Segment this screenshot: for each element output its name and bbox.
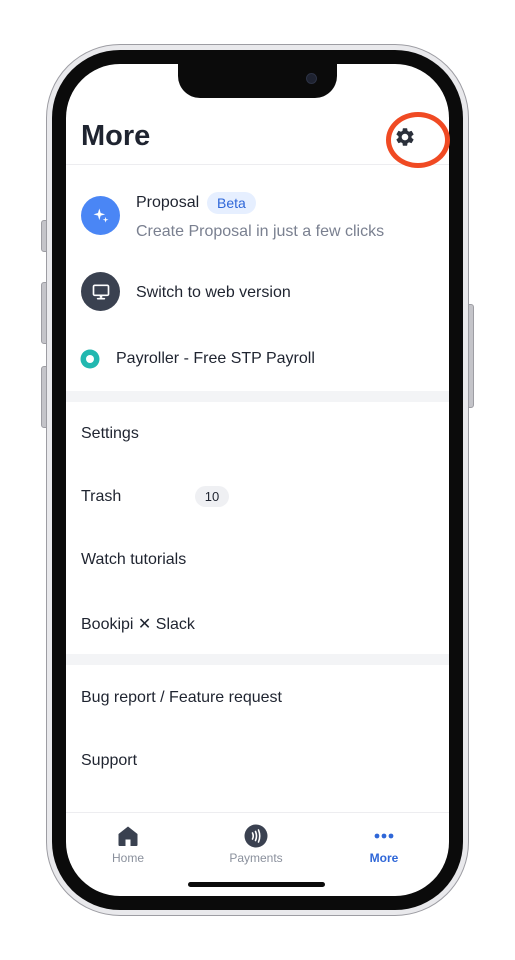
- payroller-row[interactable]: Payroller - Free STP Payroll: [66, 340, 449, 380]
- proposal-row[interactable]: Proposal Create Proposal in just a few c…: [66, 164, 449, 248]
- web-version-title: Switch to web version: [136, 284, 291, 301]
- web-version-row[interactable]: Switch to web version: [66, 264, 449, 322]
- tab-home-label: Home: [111, 851, 144, 865]
- section-divider: [66, 654, 449, 665]
- power-button: [468, 304, 474, 408]
- support-item[interactable]: Support: [81, 752, 137, 770]
- beta-badge: Beta: [207, 192, 256, 214]
- tab-more[interactable]: More: [334, 823, 434, 865]
- sparkle-icon: [93, 208, 108, 223]
- watch-tutorials-item[interactable]: Watch tutorials: [81, 551, 186, 569]
- more-icon: [374, 833, 394, 839]
- slack-item[interactable]: Bookipi ✕ Slack: [81, 614, 195, 634]
- trash-item[interactable]: Trash: [81, 488, 121, 506]
- payroller-title: Payroller - Free STP Payroll: [116, 350, 315, 367]
- volume-up-button: [41, 282, 47, 344]
- payroller-icon: [80, 349, 100, 369]
- monitor-icon: [92, 284, 109, 299]
- home-indicator: [188, 882, 325, 887]
- tab-home[interactable]: Home: [78, 823, 178, 865]
- silent-switch: [41, 220, 47, 252]
- header: More: [66, 110, 449, 165]
- section-divider: [66, 391, 449, 402]
- home-icon: [118, 826, 138, 846]
- notch: [178, 64, 337, 98]
- trash-count-badge: 10: [195, 486, 229, 507]
- web-icon-circle: [81, 272, 120, 311]
- screen: More Proposal Create Proposal in just a …: [66, 64, 449, 896]
- payments-icon: [244, 824, 268, 848]
- proposal-icon-circle: [81, 196, 120, 235]
- tab-payments-label: Payments: [229, 851, 283, 865]
- settings-item[interactable]: Settings: [81, 425, 139, 443]
- tab-payments[interactable]: Payments: [206, 823, 306, 865]
- volume-down-button: [41, 366, 47, 428]
- bug-report-item[interactable]: Bug report / Feature request: [81, 689, 282, 707]
- settings-gear-button[interactable]: [390, 122, 420, 152]
- page-title: More: [81, 120, 151, 152]
- gear-icon: [396, 128, 414, 146]
- tab-more-label: More: [369, 851, 399, 865]
- camera-icon: [306, 73, 317, 84]
- proposal-subtitle: Create Proposal in just a few clicks: [136, 223, 385, 240]
- proposal-title: Proposal: [136, 194, 200, 211]
